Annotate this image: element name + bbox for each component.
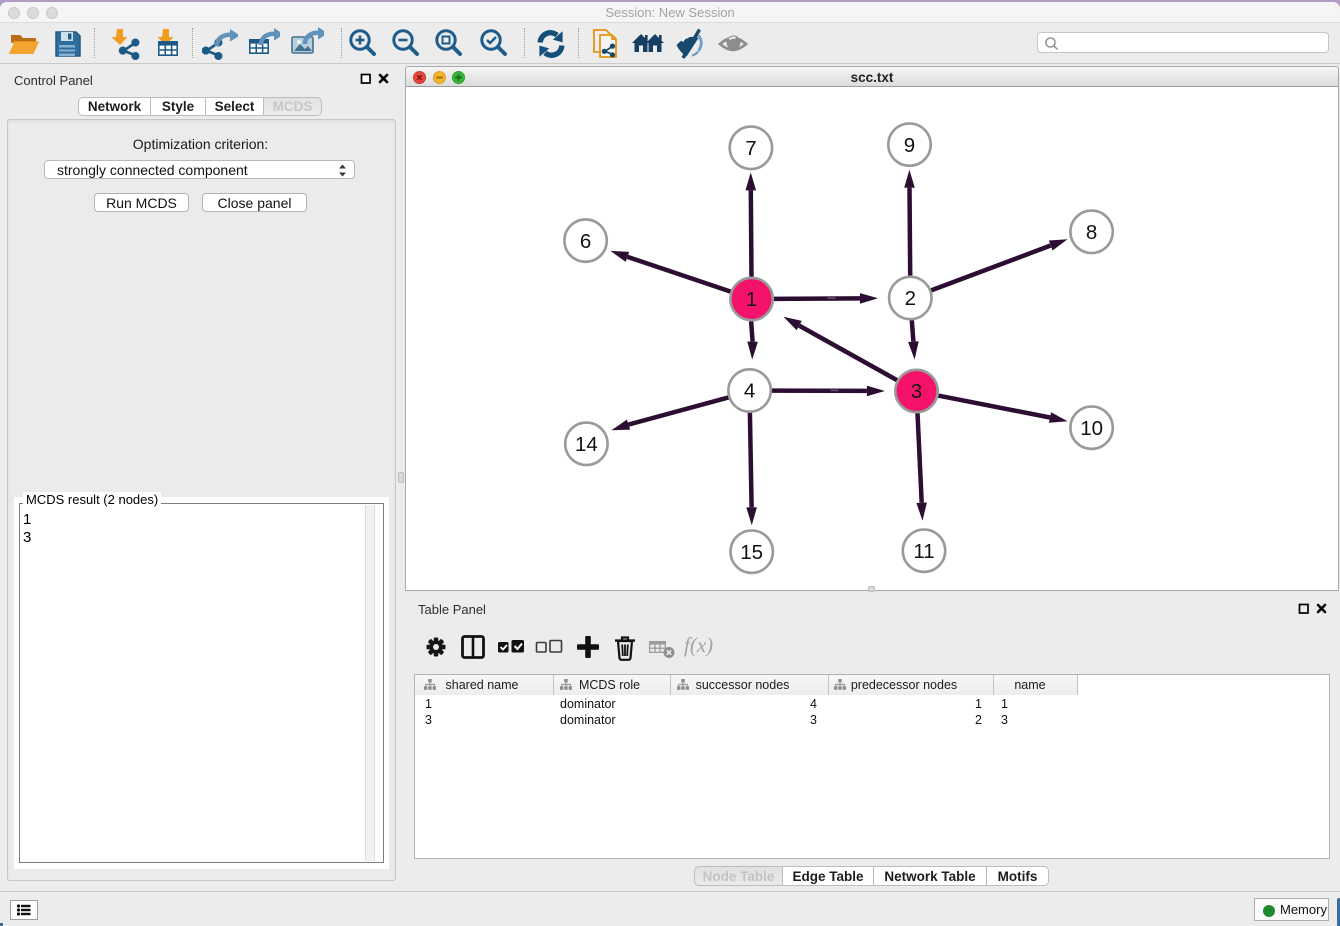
svg-text:6: 6 xyxy=(580,230,591,253)
svg-text:1: 1 xyxy=(746,288,757,311)
svg-text:15: 15 xyxy=(740,541,763,564)
svg-text:11: 11 xyxy=(913,540,934,563)
svg-text:10: 10 xyxy=(1080,417,1103,440)
svg-text:14: 14 xyxy=(575,433,598,456)
svg-text:8: 8 xyxy=(1086,221,1097,244)
svg-text:7: 7 xyxy=(745,137,756,160)
svg-text:3: 3 xyxy=(911,380,922,403)
svg-text:2: 2 xyxy=(905,287,916,310)
svg-text:9: 9 xyxy=(904,134,915,157)
svg-text:4: 4 xyxy=(744,380,755,403)
